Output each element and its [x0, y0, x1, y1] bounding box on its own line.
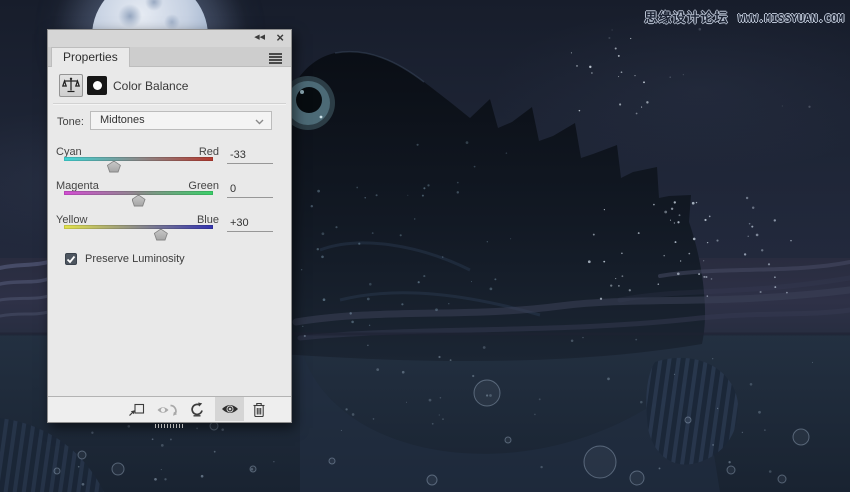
yellow-blue-slider-thumb[interactable]	[154, 229, 168, 241]
magenta-green-slider-thumb[interactable]	[132, 195, 146, 207]
clip-to-layer-icon[interactable]	[128, 397, 145, 422]
slider-group-yellow-blue: Yellow Blue +30	[48, 212, 293, 244]
close-icon[interactable]: ×	[276, 30, 284, 45]
magenta-green-slider-track[interactable]	[64, 191, 213, 195]
panel-resize-grip[interactable]	[155, 424, 185, 428]
divider	[53, 103, 286, 104]
watermark: 思缘设计论坛 WWW.MISSYUAN.COM	[644, 7, 844, 26]
reset-icon[interactable]	[189, 397, 205, 422]
tab-properties[interactable]: Properties	[51, 47, 130, 67]
panel-tabstrip: Properties	[48, 47, 291, 67]
chevron-down-icon	[255, 119, 264, 125]
yellow-blue-slider-track[interactable]	[64, 225, 213, 229]
collapse-to-icons-icon[interactable]: ◀◀	[254, 33, 265, 41]
preserve-luminosity-label: Preserve Luminosity	[85, 253, 185, 265]
color-balance-scales-icon[interactable]	[59, 74, 83, 97]
checkbox-box[interactable]	[65, 253, 77, 265]
layer-mask-thumbnail[interactable]	[87, 76, 107, 95]
check-icon	[66, 255, 76, 264]
panel-menu-icon[interactable]	[269, 53, 282, 55]
cyan-red-slider-thumb[interactable]	[107, 161, 121, 173]
panel-titlebar[interactable]: ◀◀ ×	[48, 30, 291, 47]
photoshop-canvas: 思缘设计论坛 WWW.MISSYUAN.COM ◀◀ × Properties	[0, 0, 850, 492]
view-previous-state-icon[interactable]	[156, 397, 179, 422]
delete-trash-icon[interactable]	[252, 397, 266, 422]
tone-label: Tone:	[57, 116, 84, 128]
yellow-blue-value-field[interactable]: +30	[227, 217, 273, 232]
panel-footer	[48, 396, 291, 422]
watermark-site-url: WWW.MISSYUAN.COM	[738, 12, 844, 25]
properties-panel: ◀◀ × Properties Color Balance Tone: Mi	[47, 29, 292, 423]
cyan-red-value-field[interactable]: -33	[227, 149, 273, 164]
visibility-eye-icon[interactable]	[215, 397, 244, 421]
preserve-luminosity-checkbox[interactable]: Preserve Luminosity	[65, 252, 185, 266]
tone-dropdown[interactable]: Midtones	[90, 111, 272, 130]
watermark-site-name: 思缘设计论坛	[644, 11, 728, 26]
cyan-red-slider-track[interactable]	[64, 157, 213, 161]
slider-group-cyan-red: Cyan Red -33	[48, 144, 293, 176]
magenta-green-value-field[interactable]: 0	[227, 183, 273, 198]
adjustment-title: Color Balance	[113, 79, 188, 93]
mask-circle	[93, 81, 102, 90]
tone-value: Midtones	[100, 114, 145, 126]
slider-group-magenta-green: Magenta Green 0	[48, 178, 293, 210]
